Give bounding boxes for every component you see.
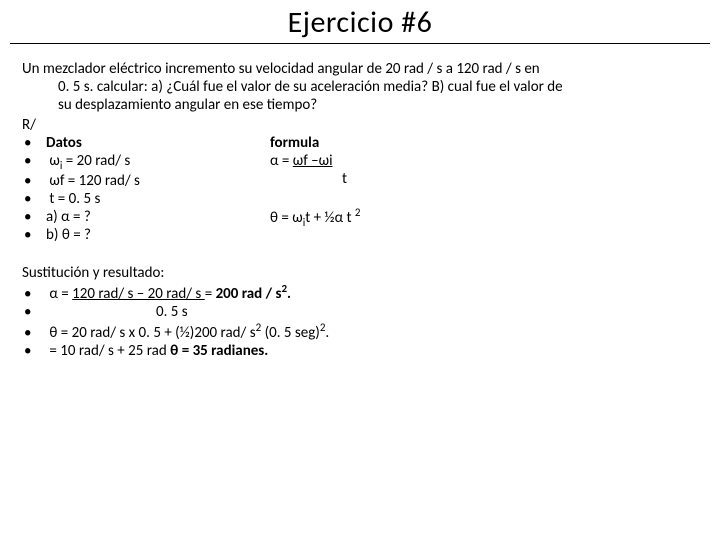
sust-line-result: = 10 rad/ s + 25 rad θ = 35 radianes. — [22, 342, 698, 360]
problem-line-1: Un mezclador eléctrico incremento su vel… — [22, 60, 540, 78]
sust-line-denom: 0. 5 s — [22, 303, 698, 321]
problem-line-2: 0. 5 s. calcular: a) ¿Cuál fue el valor … — [22, 78, 698, 96]
problem-statement: Un mezclador eléctrico incremento su vel… — [22, 60, 698, 114]
slide-title: Ejercicio #6 — [10, 0, 710, 44]
datos-time: t = 0. 5 s — [22, 190, 270, 208]
sust-line-alpha: α = 120 rad/ s – 20 rad/ s = 200 rad / s… — [22, 282, 698, 303]
sustitucion-header: Sustitución y resultado: — [22, 264, 698, 282]
formula-alpha: α = ωf –ωi — [270, 152, 360, 170]
formula-column: formula α = ωf –ωi t θ = ωit + ½α t 2 — [270, 134, 360, 229]
datos-formula-row: Datos ωi = 20 rad/ s ωf = 120 rad/ s t =… — [22, 134, 698, 244]
datos-omega-f: ωf = 120 rad/ s — [22, 172, 270, 190]
formula-header: formula — [270, 134, 360, 152]
problem-line-3: su desplazamiento angular en ese tiempo? — [22, 96, 698, 114]
datos-alpha-q: a) α = ? — [22, 208, 270, 226]
sustitucion-section: Sustitución y resultado: α = 120 rad/ s … — [22, 264, 698, 360]
datos-omega-i: ωi = 20 rad/ s — [22, 152, 270, 172]
formula-theta: θ = ωit + ½α t 2 — [270, 206, 360, 229]
datos-theta-q: b) θ = ? — [22, 226, 270, 244]
sust-line-theta: θ = 20 rad/ s x 0. 5 + (½)200 rad/ s2 (0… — [22, 321, 698, 342]
datos-header: Datos — [22, 134, 270, 152]
formula-alpha-denom: t — [270, 170, 360, 188]
slide: Ejercicio #6 Un mezclador eléctrico incr… — [0, 0, 720, 540]
answer-marker: R/ — [22, 116, 698, 134]
datos-column: Datos ωi = 20 rad/ s ωf = 120 rad/ s t =… — [22, 134, 270, 244]
slide-body: Un mezclador eléctrico incremento su vel… — [0, 44, 720, 360]
